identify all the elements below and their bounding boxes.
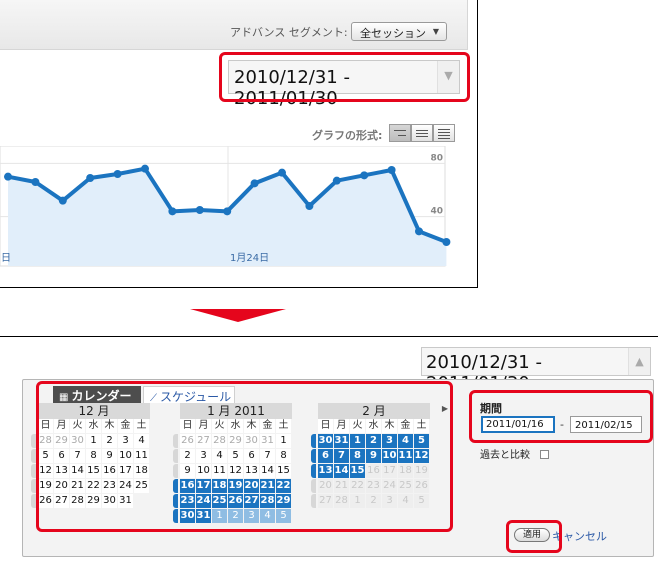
date-range-field-open[interactable]: 2010/12/31 - 2011/01/30 ▲ (421, 347, 651, 394)
report-header-panel: アドバンス セグメント: 全セッション ▼ 2010/12/31 - 2011/… (0, 0, 478, 288)
graph-type-list-button[interactable] (433, 124, 455, 142)
highlight-date-range (219, 52, 470, 102)
graph-type-line-button[interactable] (389, 124, 411, 142)
x-tick-label: 1月24日 (230, 252, 269, 264)
compare-past-label: 過去と比較 (480, 450, 530, 461)
data-point (250, 179, 259, 188)
line-chart: 40 80 日 1月24日 (0, 145, 468, 274)
highlight-period-inputs (469, 390, 653, 443)
graph-type-table-button[interactable] (411, 124, 433, 142)
segment-bar: アドバンス セグメント: 全セッション ▼ (0, 0, 468, 50)
graph-type-label: グラフの形式: (312, 129, 383, 142)
data-point (278, 168, 286, 177)
chevron-up-icon[interactable]: ▲ (628, 348, 650, 375)
x-tick-label: 日 (1, 253, 11, 264)
highlight-apply-button (506, 520, 562, 553)
y-tick-label: 40 (430, 207, 443, 217)
data-point (4, 172, 12, 181)
data-point (360, 171, 369, 180)
data-point (195, 206, 204, 214)
segment-label: アドバンス セグメント: (230, 26, 348, 39)
data-point (31, 178, 40, 186)
data-point (442, 238, 451, 246)
data-point (86, 174, 95, 182)
data-point (58, 196, 67, 205)
data-point (387, 166, 396, 174)
data-point (168, 207, 177, 216)
compare-past-checkbox[interactable] (540, 450, 549, 459)
segment-select[interactable]: 全セッション ▼ (351, 22, 447, 41)
line-chart-svg: 40 80 日 1月24日 (0, 145, 451, 267)
data-point (113, 170, 122, 178)
data-point (223, 207, 232, 216)
chevron-down-icon: ▼ (432, 27, 439, 36)
transition-arrow-icon (190, 309, 286, 322)
data-point (332, 176, 341, 185)
segment-select-value: 全セッション (360, 27, 426, 40)
data-point (415, 227, 423, 236)
data-point (141, 164, 149, 173)
data-point (305, 202, 314, 210)
y-tick-label: 80 (430, 153, 443, 163)
highlight-calendar (36, 381, 453, 532)
